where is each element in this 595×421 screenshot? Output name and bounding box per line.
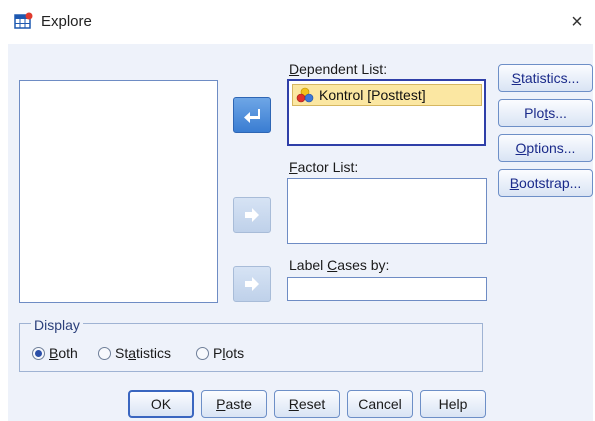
arrow-left-icon	[244, 109, 260, 123]
title-bar: Explore ×	[0, 0, 595, 44]
ok-button[interactable]: OK	[128, 390, 194, 418]
display-plots-label: Plots	[213, 345, 245, 361]
scale-variable-icon	[296, 87, 314, 103]
display-both-option[interactable]: Both	[32, 345, 78, 361]
dependent-list[interactable]: Kontrol [Posttest]	[287, 79, 486, 146]
radio-both[interactable]	[32, 346, 45, 360]
display-statistics-label: Statistics	[115, 345, 172, 361]
label-cases-field[interactable]	[287, 277, 487, 301]
move-to-factor-button[interactable]	[233, 197, 271, 233]
display-statistics-option[interactable]: Statistics	[98, 345, 171, 361]
paste-button[interactable]: Paste	[201, 390, 267, 418]
arrow-right-icon	[245, 277, 259, 291]
display-both-label: Both	[49, 345, 78, 361]
list-item[interactable]: Kontrol [Posttest]	[292, 84, 482, 106]
spss-table-icon	[14, 12, 33, 29]
move-to-label-cases-button[interactable]	[233, 266, 271, 302]
display-plots-option[interactable]: Plots	[196, 345, 244, 361]
plots-button[interactable]: Plots...	[498, 99, 593, 127]
radio-plots[interactable]	[196, 346, 209, 360]
statistics-button[interactable]: Statistics...	[498, 64, 593, 92]
reset-button[interactable]: Reset	[274, 390, 340, 418]
bootstrap-button[interactable]: Bootstrap...	[498, 169, 593, 197]
factor-list[interactable]	[287, 178, 487, 244]
options-button[interactable]: Options...	[498, 134, 593, 162]
label-cases-label: Label Cases by:	[289, 257, 390, 273]
display-legend: Display	[31, 317, 83, 333]
cancel-button[interactable]: Cancel	[347, 390, 413, 418]
move-to-dependent-button[interactable]	[233, 97, 271, 133]
help-button[interactable]: Help	[420, 390, 486, 418]
source-variable-list[interactable]	[19, 80, 218, 303]
arrow-right-icon	[245, 208, 259, 222]
window-title: Explore	[41, 13, 92, 30]
factor-list-label: Factor List:	[289, 159, 359, 175]
display-group	[19, 323, 483, 372]
dependent-list-label: Dependent List:	[289, 61, 388, 77]
close-button[interactable]: ×	[565, 9, 589, 35]
dependent-item-label: Kontrol [Posttest]	[319, 87, 426, 103]
radio-statistics[interactable]	[98, 346, 111, 360]
